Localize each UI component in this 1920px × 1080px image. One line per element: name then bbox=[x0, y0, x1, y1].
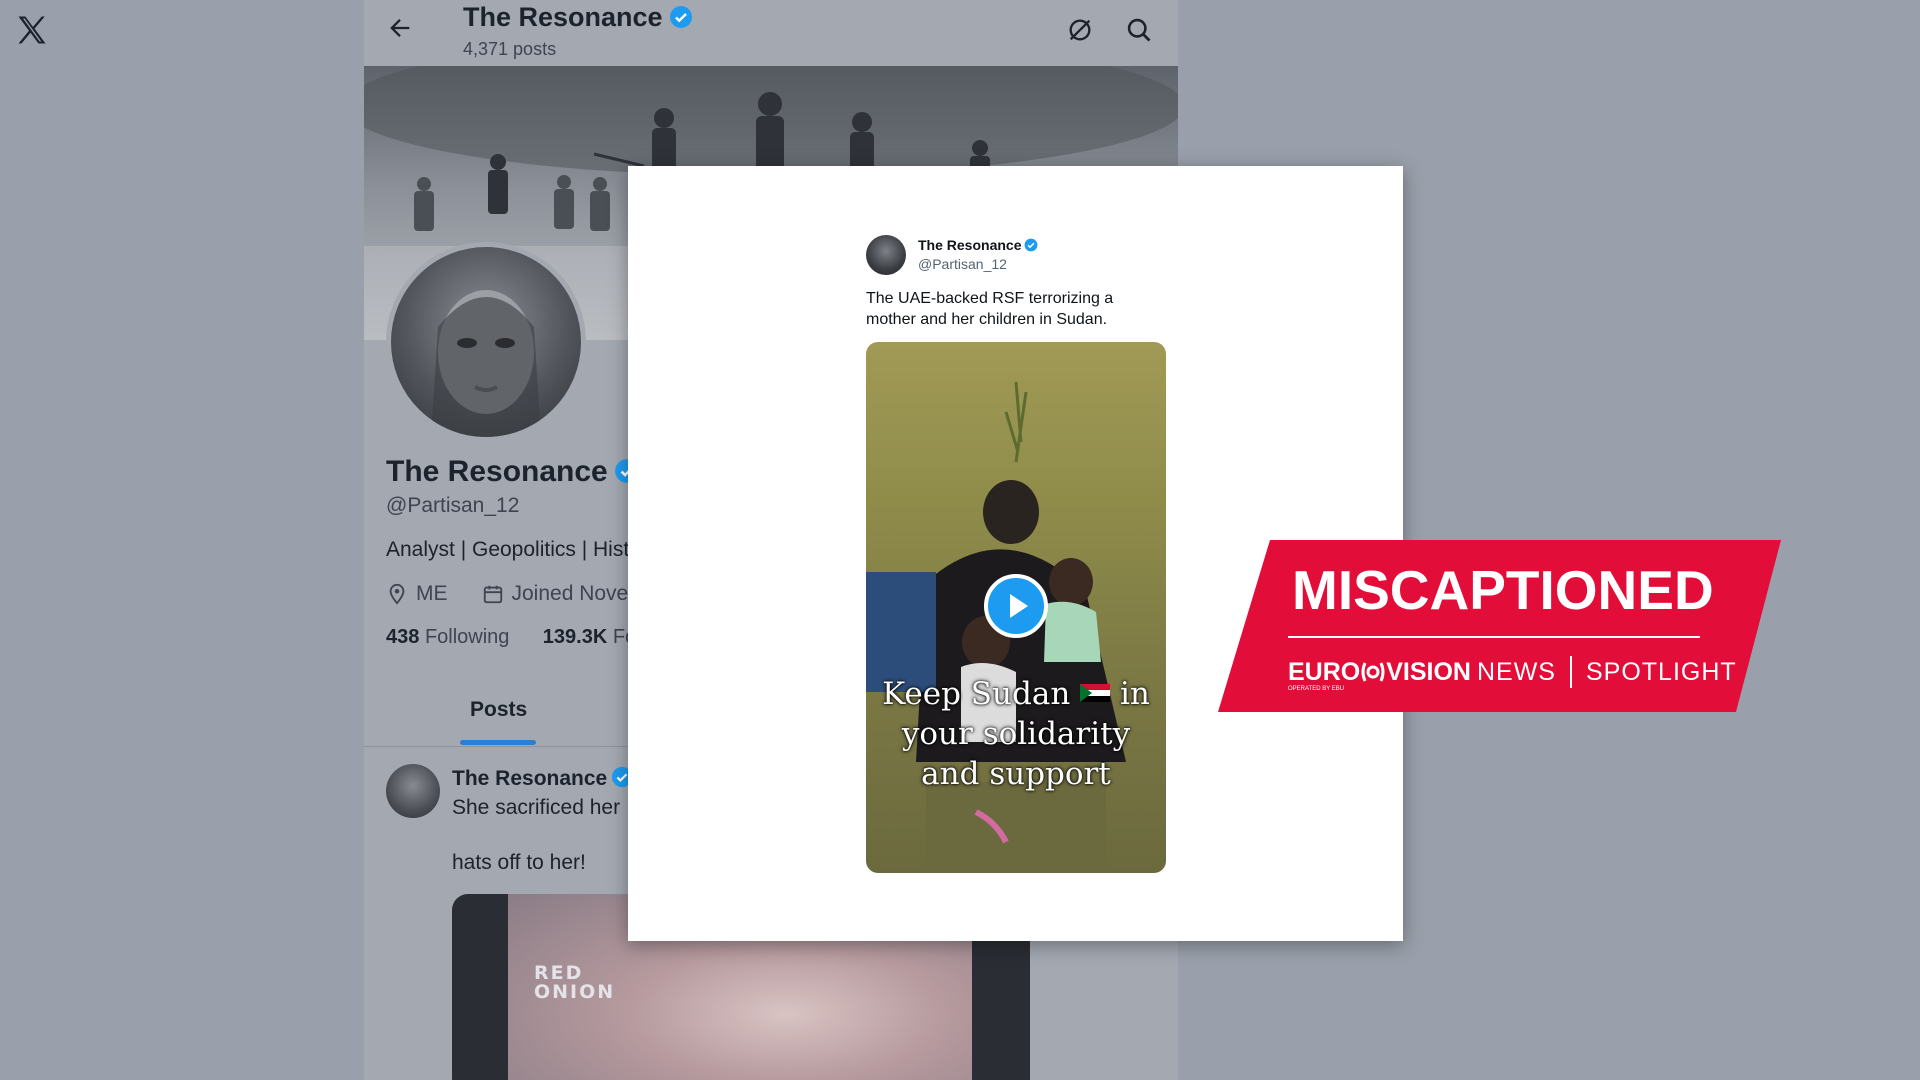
profile-bio: Analyst | Geopolitics | Hist bbox=[386, 538, 630, 561]
brand-vision: VISION bbox=[1386, 657, 1471, 686]
post-text-line-1: She sacrificed her bbox=[452, 796, 621, 819]
header-profile-name: The Resonance bbox=[463, 2, 693, 33]
profile-follow-stats: 438 Following 139.3K Fo bbox=[386, 626, 636, 649]
followers-link[interactable]: 139.3K Fo bbox=[543, 626, 636, 648]
play-icon bbox=[1010, 594, 1028, 618]
following-link[interactable]: 438 Following bbox=[386, 626, 509, 648]
profile-handle: @Partisan_12 bbox=[386, 494, 520, 517]
search-icon[interactable] bbox=[1125, 16, 1153, 44]
video-caption: Keep Sudan in your solidarity and suppor… bbox=[882, 676, 1150, 792]
tweet-text: The UAE-backed RSF terrorizing a mother … bbox=[866, 290, 1114, 328]
brand-news: NEWS bbox=[1476, 657, 1556, 686]
eurovision-heart-icon bbox=[1361, 662, 1385, 682]
miscaptioned-badge: MISCAPTIONED EURO VISION NEWS SPOTLIGHT … bbox=[1218, 540, 1781, 712]
sudan-flag-icon bbox=[1080, 684, 1111, 702]
badge-divider bbox=[1288, 636, 1700, 638]
tab-posts[interactable]: Posts bbox=[470, 698, 527, 722]
red-onion-watermark: RED ONION bbox=[534, 962, 616, 1003]
post-text-line-2: hats off to her! bbox=[452, 851, 586, 874]
brand-separator bbox=[1569, 656, 1572, 688]
grok-icon[interactable] bbox=[1066, 16, 1094, 44]
x-logo-icon[interactable] bbox=[14, 12, 50, 48]
play-video-button bbox=[984, 574, 1048, 638]
operated-by-ebu: OPERATED BY EBU bbox=[1288, 686, 1345, 692]
brand-spotlight: SPOTLIGHT bbox=[1585, 657, 1737, 686]
header-posts-count: 4,371 posts bbox=[463, 39, 557, 59]
eurovision-news-spotlight-logo: EURO VISION NEWS SPOTLIGHT bbox=[1288, 656, 1737, 688]
location-icon bbox=[389, 583, 405, 605]
profile-location: ME bbox=[416, 582, 448, 605]
post-author-name[interactable]: The Resonance bbox=[452, 766, 633, 791]
tweet-author-handle: @Partisan_12 bbox=[918, 256, 1007, 272]
tweet-author-name: The Resonance bbox=[918, 237, 1038, 253]
profile-joined: Joined Novem bbox=[511, 582, 646, 605]
tab-active-indicator bbox=[460, 740, 536, 745]
brand-euro: EURO bbox=[1288, 657, 1361, 686]
tweet-video: Keep Sudan in your solidarity and suppor… bbox=[866, 342, 1166, 873]
tweet-author-avatar bbox=[866, 235, 906, 275]
verdict-label: MISCAPTIONED bbox=[1292, 559, 1714, 621]
verified-badge-icon bbox=[669, 6, 692, 28]
post-author-avatar[interactable] bbox=[386, 764, 440, 818]
calendar-icon bbox=[483, 585, 502, 604]
profile-name: The Resonance bbox=[386, 455, 640, 489]
profile-meta: ME Joined Novem bbox=[386, 582, 646, 606]
verified-badge-icon bbox=[1025, 238, 1038, 252]
profile-avatar[interactable] bbox=[386, 242, 586, 442]
back-arrow-icon[interactable] bbox=[386, 14, 414, 42]
profile-top-bar: The Resonance 4,371 posts bbox=[364, 0, 1178, 66]
